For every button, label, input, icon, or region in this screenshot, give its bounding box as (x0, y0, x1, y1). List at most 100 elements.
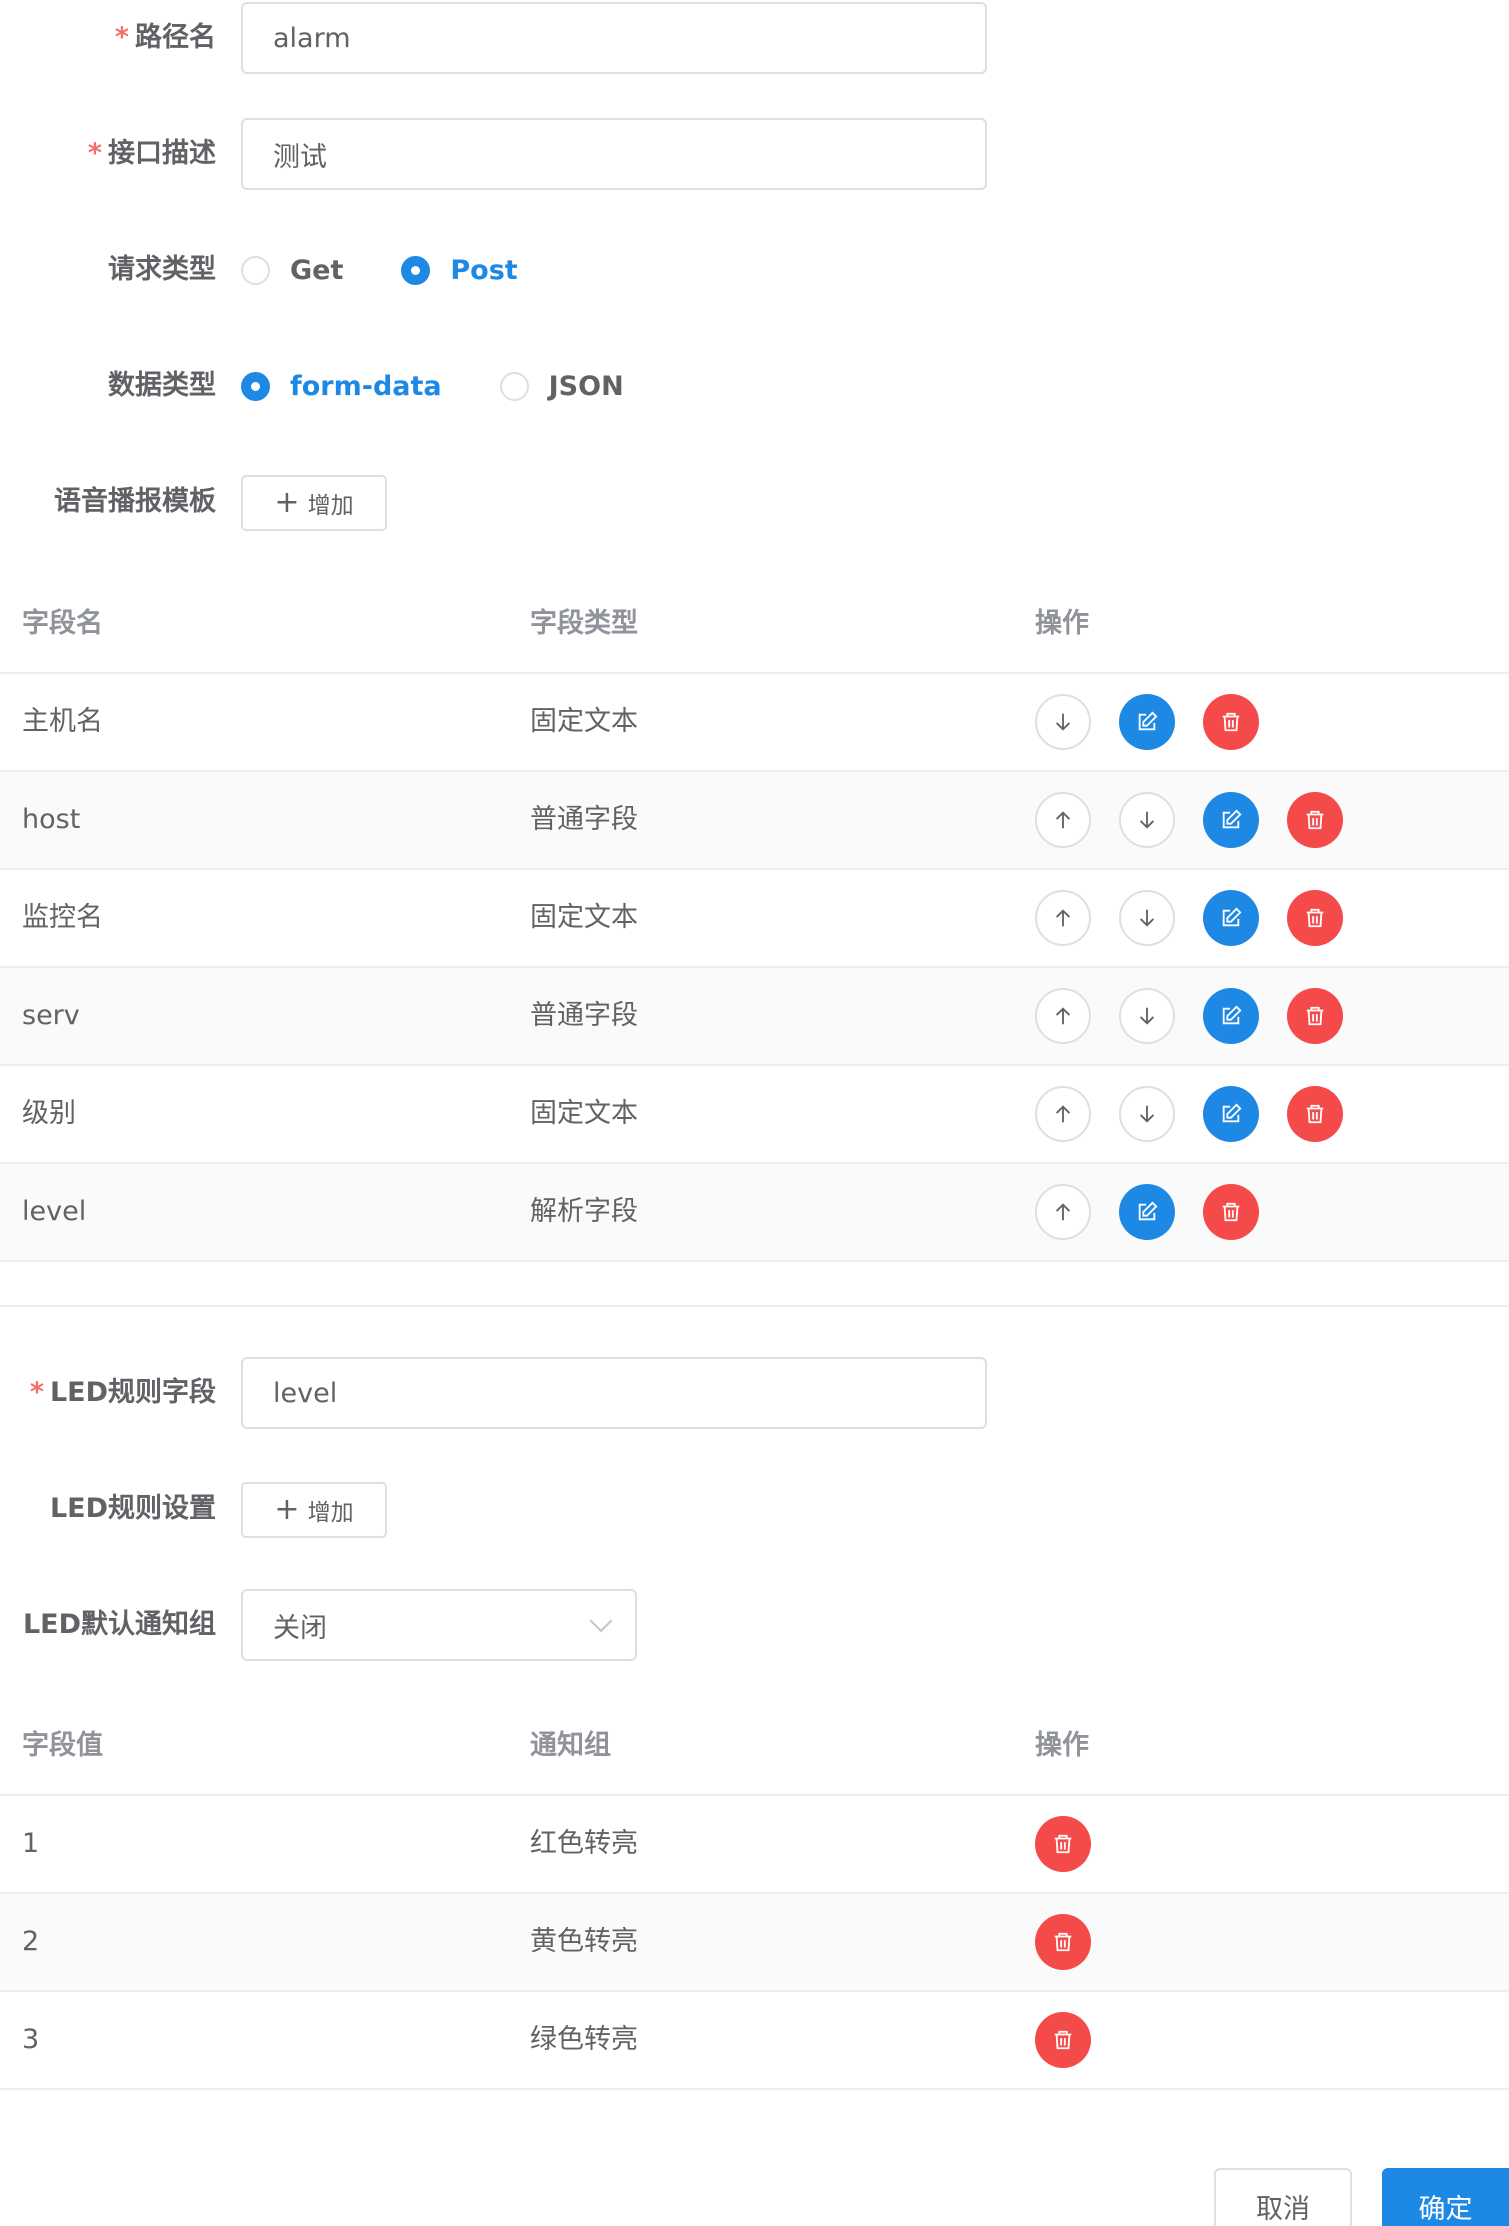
form-row-led-rule-settings: LED规则设置 + 增加 (0, 1473, 1509, 1545)
data-type-label: 数据类型 (108, 370, 216, 401)
header-actions: 操作 (1035, 608, 1089, 639)
delete-button[interactable] (1287, 988, 1343, 1044)
edit-button[interactable] (1203, 1086, 1259, 1142)
request-type-label: 请求类型 (108, 254, 216, 285)
edit-button[interactable] (1119, 694, 1175, 750)
delete-button[interactable] (1035, 1816, 1091, 1872)
led-table-header: 字段值 通知组 操作 (0, 1698, 1509, 1796)
form-row-led-default-group: LED默认通知组 关闭 (0, 1589, 1509, 1661)
radio-post[interactable]: Post (401, 255, 518, 286)
fields-table: 字段名 字段类型 操作 主机名 固定文本 host 普通字段 监控名 固定文本 (0, 576, 1509, 1262)
trash-icon (1054, 2030, 1072, 2050)
field-name-cell: 监控名 (22, 902, 103, 933)
row-actions (1035, 890, 1371, 946)
notify-group-cell: 红色转亮 (530, 1828, 638, 1859)
move-up-button[interactable] (1035, 890, 1091, 946)
table-row: 1 红色转亮 (0, 1796, 1509, 1894)
delete-button[interactable] (1287, 792, 1343, 848)
data-type-radio-group: form-data JSON (241, 350, 682, 422)
edit-icon (1138, 711, 1158, 731)
chevron-down-icon (589, 1609, 613, 1633)
move-down-button[interactable] (1119, 988, 1175, 1044)
edit-button[interactable] (1203, 988, 1259, 1044)
header-field-type: 字段类型 (530, 608, 638, 639)
table-row: serv 普通字段 (0, 968, 1509, 1066)
field-value-cell: 3 (22, 2024, 40, 2055)
radio-form-data[interactable]: form-data (241, 371, 442, 402)
delete-button[interactable] (1203, 1184, 1259, 1240)
field-type-cell: 普通字段 (530, 804, 638, 835)
radio-json[interactable]: JSON (499, 371, 624, 402)
arrow-down-icon (1139, 909, 1155, 927)
edit-icon (1222, 1005, 1242, 1025)
move-down-button[interactable] (1035, 694, 1091, 750)
confirm-button[interactable]: 确定 (1382, 2168, 1509, 2226)
plus-icon: + (274, 1492, 300, 1527)
field-name-cell: level (22, 1196, 87, 1227)
led-rule-add-button[interactable]: + 增加 (241, 1482, 387, 1538)
edit-icon (1222, 809, 1242, 829)
form-row-interface-desc: * 接口描述 (0, 118, 1509, 190)
arrow-up-icon (1055, 909, 1071, 927)
edit-button[interactable] (1119, 1184, 1175, 1240)
row-actions (1035, 694, 1287, 750)
move-down-button[interactable] (1119, 890, 1175, 946)
row-actions (1035, 1816, 1119, 1872)
trash-icon (1306, 1006, 1324, 1026)
fields-table-header: 字段名 字段类型 操作 (0, 576, 1509, 674)
trash-icon (1054, 1932, 1072, 1952)
voice-template-label: 语音播报模板 (54, 486, 216, 517)
request-type-radio-group: Get Post (241, 234, 576, 306)
table-row: 3 绿色转亮 (0, 1992, 1509, 2090)
delete-button[interactable] (1287, 1086, 1343, 1142)
path-name-label: * 路径名 (114, 22, 216, 53)
trash-icon (1054, 1834, 1072, 1854)
row-actions (1035, 988, 1371, 1044)
move-up-button[interactable] (1035, 792, 1091, 848)
notify-group-cell: 黄色转亮 (530, 1926, 638, 1957)
delete-button[interactable] (1287, 890, 1343, 946)
led-rule-field-input[interactable] (241, 1357, 987, 1429)
trash-icon (1306, 1104, 1324, 1124)
form-row-path-name: * 路径名 (0, 2, 1509, 74)
interface-desc-input[interactable] (241, 118, 987, 190)
delete-button[interactable] (1035, 1914, 1091, 1970)
arrow-up-icon (1055, 1105, 1071, 1123)
voice-template-add-button[interactable]: + 增加 (241, 475, 387, 531)
radio-get[interactable]: Get (241, 255, 343, 286)
led-default-group-select[interactable]: 关闭 (241, 1589, 637, 1661)
header-notify-group: 通知组 (530, 1730, 611, 1761)
field-type-cell: 解析字段 (530, 1196, 638, 1227)
row-actions (1035, 792, 1371, 848)
led-rule-field-label: * LED规则字段 (29, 1377, 216, 1408)
table-row: host 普通字段 (0, 772, 1509, 870)
delete-button[interactable] (1203, 694, 1259, 750)
move-down-button[interactable] (1119, 792, 1175, 848)
table-row: 2 黄色转亮 (0, 1894, 1509, 1992)
edit-icon (1138, 1201, 1158, 1221)
arrow-up-icon (1055, 811, 1071, 829)
edit-button[interactable] (1203, 792, 1259, 848)
move-down-button[interactable] (1119, 1086, 1175, 1142)
move-up-button[interactable] (1035, 988, 1091, 1044)
radio-circle (499, 371, 529, 401)
edit-icon (1222, 907, 1242, 927)
field-type-cell: 固定文本 (530, 902, 638, 933)
plus-icon: + (274, 485, 300, 520)
row-actions (1035, 1086, 1371, 1142)
delete-button[interactable] (1035, 2012, 1091, 2068)
field-type-cell: 固定文本 (530, 1098, 638, 1129)
led-rule-settings-label: LED规则设置 (49, 1493, 216, 1524)
select-value: 关闭 (273, 1612, 327, 1644)
move-up-button[interactable] (1035, 1086, 1091, 1142)
edit-button[interactable] (1203, 890, 1259, 946)
cancel-button[interactable]: 取消 (1214, 2168, 1352, 2226)
header-actions: 操作 (1035, 1730, 1089, 1761)
row-actions (1035, 1184, 1287, 1240)
path-name-input[interactable] (241, 2, 987, 74)
section-divider (0, 1305, 1509, 1307)
form-row-voice-template: 语音播报模板 + 增加 (0, 466, 1509, 538)
move-up-button[interactable] (1035, 1184, 1091, 1240)
form-row-data-type: 数据类型 form-data JSON (0, 350, 1509, 422)
header-field-name: 字段名 (22, 608, 103, 639)
